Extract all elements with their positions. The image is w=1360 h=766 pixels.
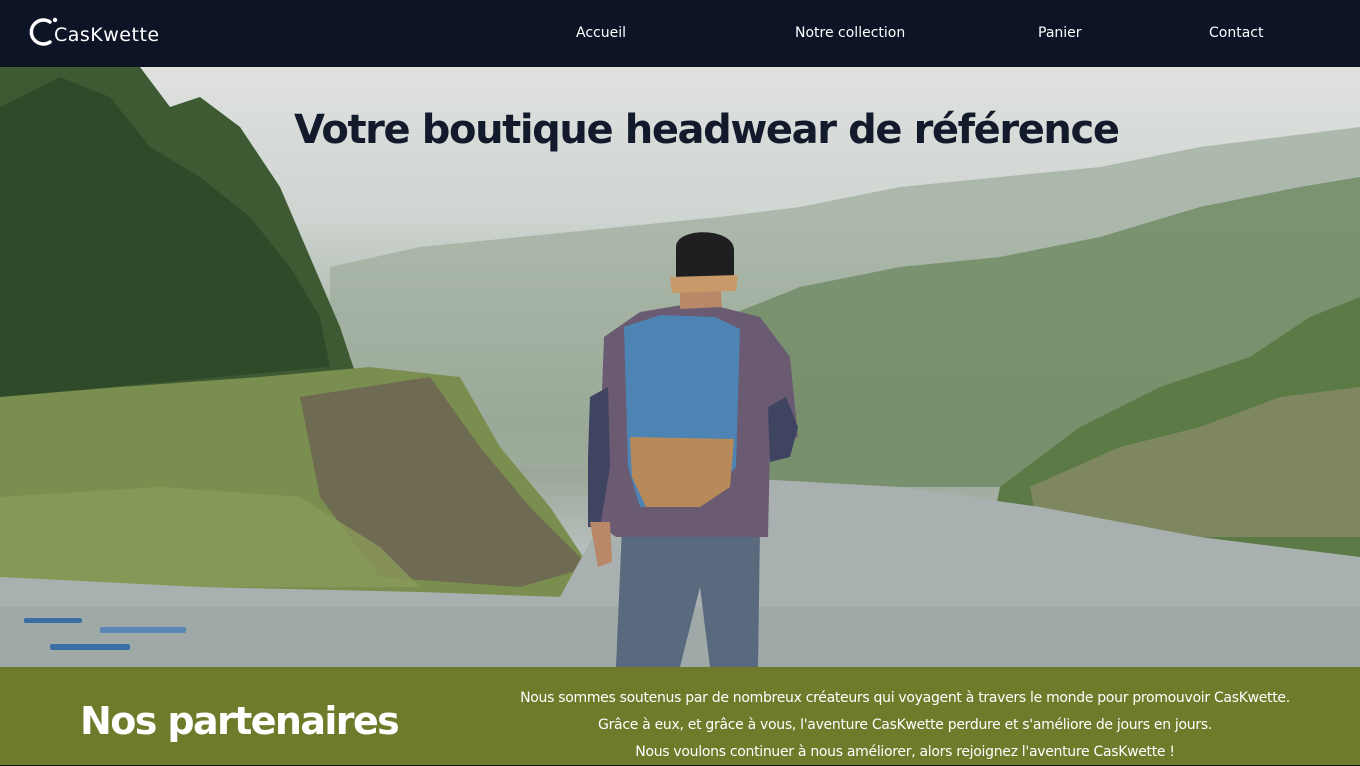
hero-banner: Votre boutique headwear de référence <box>0 67 1360 667</box>
nav-link-contact[interactable]: Contact <box>1209 25 1263 41</box>
partners-line-1: Nous sommes soutenus par de nombreux cré… <box>520 690 1290 706</box>
partners-line-2: Grâce à eux, et grâce à vous, l'aventure… <box>598 717 1212 733</box>
nav-link-accueil[interactable]: Accueil <box>576 25 626 41</box>
cap-logo-icon <box>29 17 58 46</box>
partners-title: Nos partenaires <box>80 699 400 743</box>
partners-line-3: Nous voulons continuer à nous améliorer,… <box>635 744 1175 760</box>
nav-link-panier[interactable]: Panier <box>1038 25 1082 41</box>
brand-logo[interactable]: CasKwette <box>28 14 160 50</box>
partners-description: Nous sommes soutenus par de nombreux cré… <box>470 685 1340 766</box>
top-navbar: CasKwette Accueil Notre collection Panie… <box>0 0 1360 67</box>
hero-title: Votre boutique headwear de référence <box>294 107 1120 153</box>
hero-image <box>0 67 1360 667</box>
brand-name: CasKwette <box>54 24 160 46</box>
partners-section: Nos partenaires Nous sommes soutenus par… <box>0 667 1360 765</box>
nav-link-collection[interactable]: Notre collection <box>795 25 905 41</box>
